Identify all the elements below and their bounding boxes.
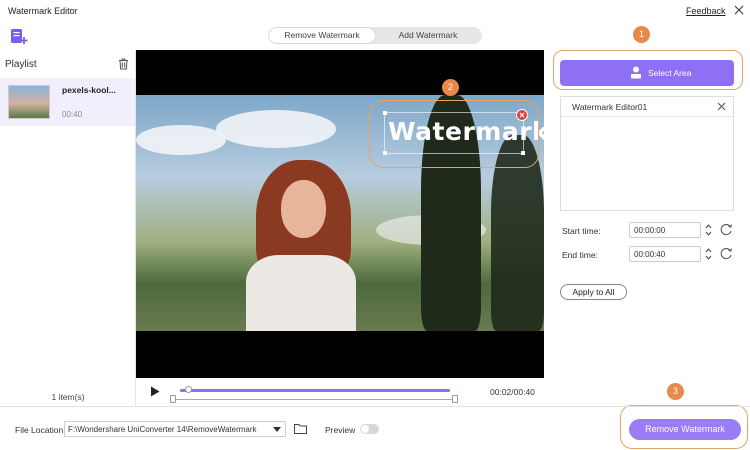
step-1-highlight	[553, 50, 743, 90]
playlist-sidebar: Playlist pexels-kool... 00:40 1 item(s)	[0, 50, 136, 406]
apply-to-all-button[interactable]: Apply to All	[560, 284, 627, 300]
file-location-label: File Location:	[15, 425, 66, 435]
playlist-title: Playlist	[5, 59, 37, 70]
start-time-row: Start time: 00:00:00	[562, 222, 742, 238]
step-3-badge: 3	[667, 383, 684, 400]
watermark-area-list: Watermark Editor01	[560, 96, 734, 211]
person-face	[281, 180, 326, 238]
start-time-stepper-icon[interactable]	[705, 222, 712, 238]
close-window-icon[interactable]	[733, 4, 745, 16]
remove-watermark-button[interactable]: Remove Watermark	[629, 419, 741, 440]
tab-remove-watermark[interactable]: Remove Watermark	[269, 28, 375, 43]
video-thumbnail	[8, 85, 50, 119]
bottom-bar: File Location: F:\Wondershare UniConvert…	[0, 406, 750, 450]
folder-icon[interactable]	[294, 423, 307, 434]
progress-track[interactable]	[180, 386, 450, 393]
start-time-label: Start time:	[562, 226, 601, 236]
step-2-badge: 2	[442, 79, 459, 96]
cloud-shape	[216, 110, 336, 148]
end-time-field[interactable]: 00:00:40	[629, 246, 701, 262]
preview-toggle[interactable]	[360, 424, 379, 434]
close-icon[interactable]	[717, 102, 726, 111]
cloud-shape	[136, 125, 226, 155]
feedback-link[interactable]: Feedback	[686, 6, 726, 16]
time-readout: 00:02/00:40	[490, 387, 535, 397]
end-time-row: End time: 00:00:40	[562, 246, 742, 262]
play-icon[interactable]	[150, 386, 160, 397]
reset-start-time-icon[interactable]	[720, 223, 733, 236]
title-bar: Watermark Editor Feedback	[0, 0, 750, 22]
toggle-knob	[361, 425, 369, 433]
file-location-select[interactable]: F:\Wondershare UniConverter 14\RemoveWat…	[64, 421, 286, 437]
trim-end-handle[interactable]	[452, 395, 458, 403]
tab-add-watermark[interactable]: Add Watermark	[375, 28, 481, 43]
person-body	[246, 255, 356, 331]
progress-fill	[180, 389, 450, 392]
trash-icon[interactable]	[118, 58, 129, 70]
playlist-item-name: pexels-kool...	[62, 85, 116, 95]
end-time-stepper-icon[interactable]	[705, 246, 712, 262]
preview-label: Preview	[325, 425, 356, 435]
playlist-item-duration: 00:40	[62, 110, 83, 119]
reset-end-time-icon[interactable]	[720, 247, 733, 260]
step-2-highlight	[369, 100, 539, 168]
list-item[interactable]: Watermark Editor01	[561, 97, 733, 117]
chevron-down-icon	[273, 427, 281, 432]
file-location-value: F:\Wondershare UniConverter 14\RemoveWat…	[68, 425, 257, 434]
add-file-icon[interactable]	[10, 28, 28, 45]
playlist-item-count: 1 item(s)	[51, 392, 85, 402]
end-time-label: End time:	[562, 250, 598, 260]
trim-track	[174, 399, 456, 400]
step-1-badge: 1	[633, 26, 650, 43]
playlist-item[interactable]: pexels-kool... 00:40	[0, 78, 135, 126]
start-time-field[interactable]: 00:00:00	[629, 222, 701, 238]
mode-tab-switch: Remove Watermark Add Watermark	[268, 27, 482, 44]
trim-start-handle[interactable]	[170, 395, 176, 403]
player-controls: 00:02/00:40	[136, 378, 544, 406]
window-title: Watermark Editor	[8, 6, 78, 16]
watermark-area-label: Watermark Editor01	[572, 102, 648, 112]
watermark-settings-panel: Select Area Watermark Editor01 Start tim…	[548, 50, 750, 406]
